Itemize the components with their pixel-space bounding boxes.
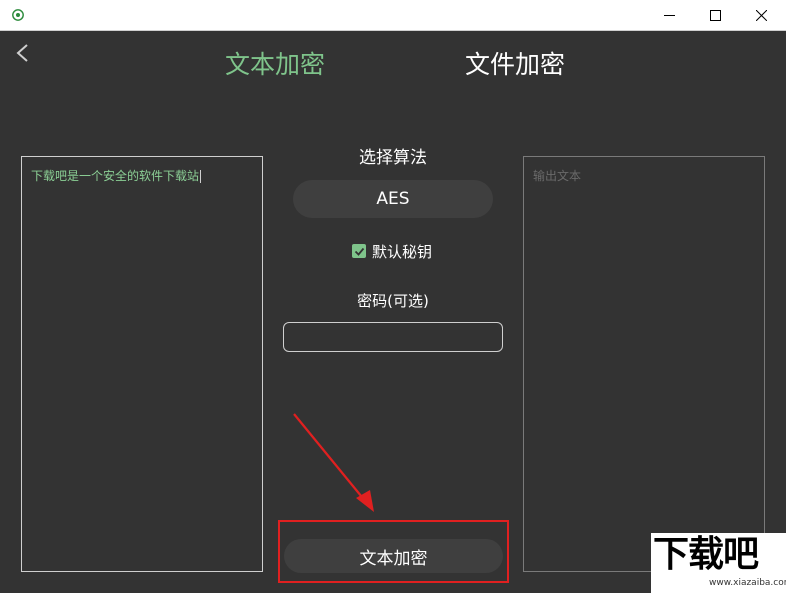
output-placeholder: 输出文本 (533, 169, 582, 183)
close-icon (755, 10, 767, 21)
password-label: 密码(可选) (357, 292, 429, 310)
annotation-arrow (293, 413, 374, 512)
default-key-checkbox[interactable] (352, 244, 366, 258)
password-input[interactable] (283, 322, 503, 352)
maximize-button[interactable] (692, 0, 738, 31)
algorithm-label: 选择算法 (359, 148, 427, 168)
output-text-area[interactable]: 输出文本 (523, 156, 765, 572)
text-caret (200, 170, 202, 183)
chevron-left-icon[interactable] (14, 43, 32, 63)
default-key-label: 默认秘钥 (372, 242, 433, 261)
minimize-button[interactable] (646, 0, 692, 31)
checkmark-icon (354, 247, 364, 256)
title-bar (0, 0, 786, 31)
tab-text-encrypt[interactable]: 文本加密 (225, 48, 325, 82)
default-key-toggle[interactable]: 默认秘钥 (352, 240, 432, 262)
maximize-icon (709, 10, 721, 21)
eye-app-icon (12, 9, 24, 21)
close-button[interactable] (738, 0, 784, 31)
input-text-area[interactable]: 下载吧是一个安全的软件下载站 (21, 156, 263, 572)
watermark-url: www.xiazaiba.com (709, 578, 786, 588)
minimize-icon (663, 15, 675, 16)
input-text-value: 下载吧是一个安全的软件下载站 (31, 169, 200, 183)
tab-file-encrypt[interactable]: 文件加密 (465, 48, 565, 82)
watermark: 下载吧 www.xiazaiba.com (651, 533, 786, 593)
watermark-logo: 下载吧 (653, 534, 759, 575)
algorithm-select[interactable]: AES (293, 180, 493, 218)
encrypt-button[interactable]: 文本加密 (284, 539, 503, 573)
algorithm-value: AES (376, 189, 410, 209)
